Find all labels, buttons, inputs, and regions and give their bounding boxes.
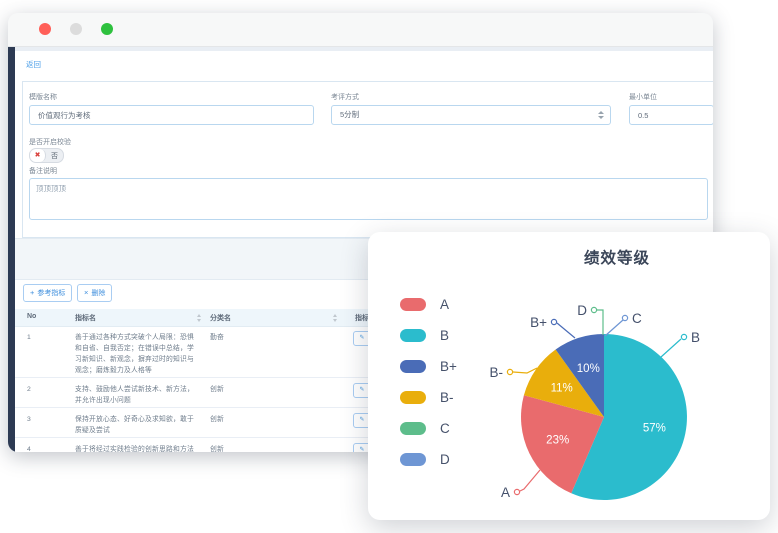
row-no: 3	[27, 414, 31, 425]
eval-method-select[interactable]: 5分制	[331, 105, 611, 125]
callout-line-B+	[557, 323, 575, 338]
back-link[interactable]: 返回	[26, 59, 41, 70]
eval-method-label: 考评方式	[331, 92, 359, 102]
verify-toggle[interactable]: ✖ 否	[29, 148, 64, 163]
close-x-icon: ×	[84, 289, 88, 297]
callout-dot-C	[622, 315, 627, 320]
row-category: 创新	[210, 444, 224, 452]
close-button[interactable]	[39, 23, 51, 35]
pie-chart: 57% 23% 11% 10% B B+ B- A D C	[368, 232, 770, 520]
callout-label-B-: B-	[490, 365, 504, 380]
row-no: 2	[27, 384, 31, 395]
select-caret-icon	[598, 111, 604, 121]
verify-label: 是否开启校验	[29, 137, 71, 147]
template-name-input[interactable]	[29, 105, 314, 125]
performance-chart-card: 绩效等级 ABB+B-CD 57%23%11%10%BB+B-ADC	[368, 232, 770, 520]
callout-dot-B-	[507, 369, 512, 374]
slice-percent-label: 10%	[577, 363, 600, 375]
callout-label-B+: B+	[530, 315, 547, 330]
eval-method-value: 5分制	[340, 110, 359, 119]
callout-label-C: C	[632, 311, 642, 326]
add-indicator-button[interactable]: + 参考指标	[23, 284, 72, 302]
row-category: 创新	[210, 414, 224, 425]
zoom-button[interactable]	[101, 23, 113, 35]
sort-category-icon[interactable]	[333, 314, 338, 322]
row-category: 勤奋	[210, 332, 224, 343]
delete-label: 删除	[91, 288, 105, 298]
callout-dot-B+	[551, 319, 556, 324]
window-titlebar	[8, 13, 713, 47]
toggle-off-x-icon: ✖	[30, 149, 46, 162]
row-name: 善于将经过实践检验的创新思路和方法文字化、制度化，纳入日常工作流程	[75, 444, 197, 452]
row-category: 创新	[210, 384, 224, 395]
row-name: 保持开放心态、好奇心及求知欲，敢于质疑及尝试	[75, 414, 197, 436]
callout-label-A: A	[501, 485, 510, 500]
callout-label-D: D	[577, 303, 587, 318]
plus-icon: +	[30, 289, 34, 297]
min-unit-label: 最小单位	[629, 92, 657, 102]
callout-dot-B	[681, 334, 686, 339]
slice-percent-label: 57%	[643, 422, 666, 434]
callout-line-B	[661, 339, 681, 357]
callout-line-C	[605, 320, 623, 336]
toggle-state-label: 否	[46, 149, 63, 162]
callout-line-B-	[513, 368, 537, 373]
template-name-label: 模版名称	[29, 92, 57, 102]
row-no: 4	[27, 444, 31, 452]
row-name: 善于通过各种方式突破个人局限：恐惧和自省、自我否定；在错误中总结，学习新知识、新…	[75, 332, 197, 376]
sort-name-icon[interactable]	[197, 314, 202, 322]
callout-label-B: B	[691, 330, 700, 345]
row-no: 1	[27, 332, 31, 343]
min-unit-input[interactable]	[629, 105, 713, 125]
col-extra: 指标	[355, 313, 369, 323]
remark-textarea[interactable]: 顶顶顶顶	[29, 178, 708, 220]
callout-line-D	[597, 310, 603, 335]
callout-dot-D	[591, 307, 596, 312]
add-indicator-label: 参考指标	[37, 288, 65, 298]
callout-line-A	[520, 470, 540, 491]
slice-percent-label: 23%	[546, 434, 569, 446]
screenshot-stage: 返回 模版名称 考评方式 5分制 最小单位 是否开启校验 ✖ 否	[0, 0, 778, 533]
row-name: 支持、鼓励他人尝试新技术、新方法，并允许出现小问题	[75, 384, 197, 406]
col-no: No	[27, 313, 36, 320]
col-category: 分类名	[210, 313, 231, 323]
minimize-button[interactable]	[70, 23, 82, 35]
col-name: 指标名	[75, 313, 96, 323]
slice-percent-label: 11%	[551, 383, 573, 395]
delete-button[interactable]: × 删除	[77, 284, 112, 302]
remark-label: 备注说明	[29, 166, 57, 176]
template-form: 模版名称 考评方式 5分制 最小单位 是否开启校验 ✖ 否 备注说明	[22, 81, 713, 238]
callout-dot-A	[514, 489, 519, 494]
sidebar-sliver	[8, 47, 15, 452]
